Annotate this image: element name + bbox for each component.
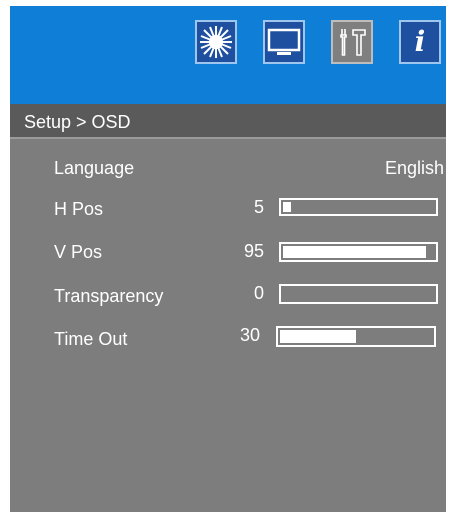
language-value[interactable]: English	[364, 158, 444, 179]
info-icon: i	[414, 25, 426, 58]
picture-tab[interactable]	[263, 20, 305, 64]
time-out-value: 30	[239, 325, 260, 345]
breadcrumb-bar: Setup > OSD	[10, 104, 446, 139]
h-pos-value: 5	[253, 197, 264, 217]
language-label: Language	[54, 158, 135, 178]
v-pos-label: V Pos	[54, 242, 103, 262]
breadcrumb: Setup > OSD	[24, 112, 131, 132]
transparency-slider[interactable]	[279, 284, 438, 304]
h-pos-slider-fill	[283, 202, 291, 212]
time-out-slider[interactable]	[276, 326, 436, 347]
time-out-label: Time Out	[54, 329, 128, 349]
v-pos-value: 95	[243, 241, 264, 261]
transparency-label: Transparency	[54, 286, 164, 306]
setup-tab[interactable]	[331, 20, 373, 64]
h-pos-label: H Pos	[54, 199, 104, 219]
v-pos-slider-fill	[283, 246, 426, 258]
toolbar: i	[10, 6, 446, 104]
brightness-tab[interactable]	[195, 20, 237, 64]
monitor-icon	[267, 28, 301, 55]
h-pos-slider[interactable]	[279, 198, 438, 216]
brightness-icon	[200, 26, 232, 58]
time-out-slider-fill	[280, 330, 356, 343]
transparency-value: 0	[253, 283, 264, 303]
information-tab[interactable]: i	[399, 20, 441, 64]
v-pos-slider[interactable]	[279, 242, 438, 262]
osd-menu: i Setup > OSD Language English H Pos 5 V…	[10, 6, 446, 512]
tools-icon	[340, 29, 366, 56]
